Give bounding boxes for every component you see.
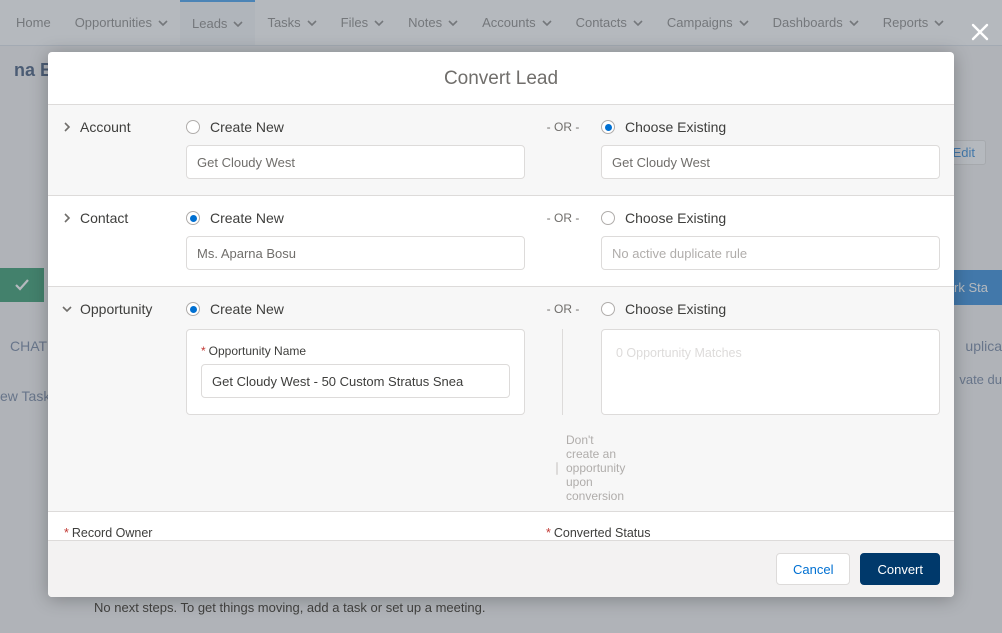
opportunity-new-box: Opportunity Name Get Cloudy West - 50 Cu… bbox=[186, 329, 525, 415]
nav-dashboards[interactable]: Dashboards bbox=[761, 0, 871, 45]
section-label: Opportunity bbox=[80, 301, 152, 317]
chevron-down-icon bbox=[633, 18, 643, 28]
nav-campaigns[interactable]: Campaigns bbox=[655, 0, 761, 45]
chevron-down-icon bbox=[233, 19, 243, 29]
contact-create-new-radio[interactable]: Create New bbox=[186, 210, 525, 226]
chevron-down-icon bbox=[307, 18, 317, 28]
chevron-down-icon bbox=[448, 18, 458, 28]
section-opportunity: Opportunity Create New - OR - Choose Exi… bbox=[48, 286, 954, 511]
converted-status-label: Converted Status bbox=[546, 526, 938, 540]
or-divider: - OR - bbox=[535, 120, 591, 134]
convert-lead-modal: Convert Lead Account Create New - OR - C… bbox=[48, 52, 954, 597]
chatter-tab[interactable]: CHAT bbox=[10, 338, 47, 354]
modal-footer: Cancel Convert bbox=[48, 540, 954, 597]
duplicates-heading: uplica bbox=[965, 338, 1002, 354]
duplicates-subtext: vate du bbox=[959, 372, 1002, 387]
nav-contacts[interactable]: Contacts bbox=[564, 0, 655, 45]
convert-button[interactable]: Convert bbox=[860, 553, 940, 585]
section-label: Contact bbox=[80, 210, 128, 226]
contact-new-input[interactable]: Ms. Aparna Bosu bbox=[186, 236, 525, 270]
nav-accounts[interactable]: Accounts bbox=[470, 0, 563, 45]
chevron-down-icon bbox=[158, 18, 168, 28]
radio-icon bbox=[601, 120, 615, 134]
chevron-right-icon bbox=[62, 213, 72, 223]
chevron-down-icon bbox=[934, 18, 944, 28]
chevron-down-icon bbox=[542, 18, 552, 28]
nav-reports[interactable]: Reports bbox=[871, 0, 957, 45]
opportunity-name-input[interactable]: Get Cloudy West - 50 Custom Stratus Snea bbox=[201, 364, 510, 398]
opportunity-choose-existing-radio[interactable]: Choose Existing bbox=[601, 301, 940, 317]
section-contact: Contact Create New - OR - Choose Existin… bbox=[48, 195, 954, 286]
path-step-complete-icon bbox=[0, 268, 44, 302]
cancel-button[interactable]: Cancel bbox=[776, 553, 850, 585]
chevron-down-icon bbox=[849, 18, 859, 28]
or-divider: - OR - bbox=[535, 211, 591, 225]
chevron-right-icon bbox=[62, 122, 72, 132]
account-existing-input[interactable]: Get Cloudy West bbox=[601, 145, 940, 179]
top-nav: Home Opportunities Leads Tasks Files Not… bbox=[0, 0, 1002, 46]
account-choose-existing-radio[interactable]: Choose Existing bbox=[601, 119, 940, 135]
section-label: Account bbox=[80, 119, 131, 135]
nav-leads[interactable]: Leads bbox=[180, 0, 255, 45]
section-bottom-fields: Record Owner Linda Rosenberg Converted S… bbox=[48, 511, 954, 540]
vertical-divider bbox=[562, 329, 563, 415]
new-task-button[interactable]: ew Task bbox=[0, 388, 50, 404]
nav-opportunities[interactable]: Opportunities bbox=[63, 0, 180, 45]
radio-icon bbox=[601, 302, 615, 316]
dont-create-opportunity-label: Don't create an opportunity upon convers… bbox=[566, 433, 625, 503]
account-create-new-radio[interactable]: Create New bbox=[186, 119, 525, 135]
dont-create-opportunity-checkbox[interactable] bbox=[556, 462, 558, 475]
chevron-down-icon bbox=[739, 18, 749, 28]
opportunity-existing-box: 0 Opportunity Matches bbox=[601, 329, 940, 415]
contact-existing-input[interactable]: No active duplicate rule bbox=[601, 236, 940, 270]
radio-icon bbox=[186, 211, 200, 225]
modal-title: Convert Lead bbox=[48, 52, 954, 104]
opportunity-matches-text: 0 Opportunity Matches bbox=[616, 344, 925, 360]
or-divider: - OR - bbox=[535, 302, 591, 316]
nav-notes[interactable]: Notes bbox=[396, 0, 470, 45]
contact-choose-existing-radio[interactable]: Choose Existing bbox=[601, 210, 940, 226]
nav-home[interactable]: Home bbox=[4, 0, 63, 45]
account-new-input[interactable]: Get Cloudy West bbox=[186, 145, 525, 179]
opportunity-create-new-radio[interactable]: Create New bbox=[186, 301, 525, 317]
opportunity-name-label: Opportunity Name bbox=[201, 344, 510, 358]
section-account-header[interactable]: Account bbox=[62, 119, 176, 135]
nav-files[interactable]: Files bbox=[329, 0, 396, 45]
section-opportunity-header[interactable]: Opportunity bbox=[62, 301, 176, 317]
chevron-down-icon bbox=[374, 18, 384, 28]
radio-icon bbox=[601, 211, 615, 225]
next-steps-text: No next steps. To get things moving, add… bbox=[94, 600, 485, 615]
close-icon[interactable] bbox=[966, 18, 994, 46]
section-account: Account Create New - OR - Choose Existin… bbox=[48, 104, 954, 195]
section-contact-header[interactable]: Contact bbox=[62, 210, 176, 226]
record-owner-label: Record Owner bbox=[64, 526, 456, 540]
chevron-down-icon bbox=[62, 304, 72, 314]
radio-icon bbox=[186, 302, 200, 316]
radio-icon bbox=[186, 120, 200, 134]
nav-tasks[interactable]: Tasks bbox=[255, 0, 328, 45]
